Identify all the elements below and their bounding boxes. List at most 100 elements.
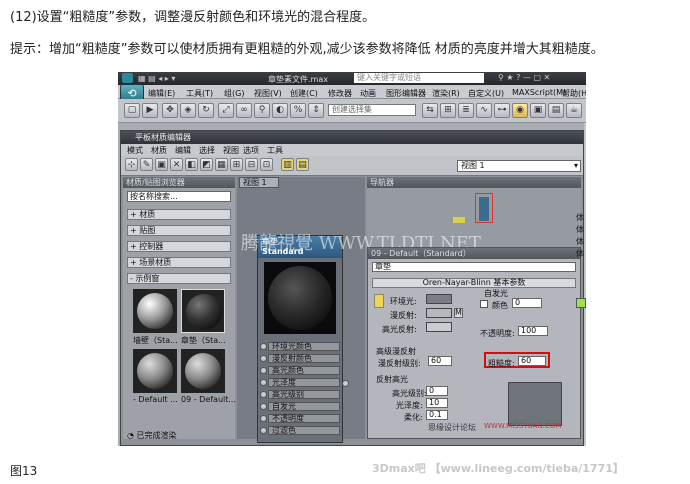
- select-mode-icon[interactable]: ▥: [281, 158, 294, 171]
- socket-icon[interactable]: [260, 355, 267, 362]
- search-input[interactable]: 键入关键字或短语: [354, 73, 484, 83]
- slot-glossiness[interactable]: 光泽度: [260, 378, 340, 387]
- output-socket-icon[interactable]: [342, 380, 349, 387]
- lock-icon[interactable]: [374, 294, 384, 308]
- slot-label: 自发光: [272, 402, 296, 411]
- color-checkbox[interactable]: [480, 300, 488, 308]
- socket-icon[interactable]: [260, 403, 267, 410]
- slot-ambient[interactable]: 环境光颜色: [260, 342, 340, 351]
- sample-slot-3[interactable]: [133, 349, 177, 393]
- object-color-swatch[interactable]: [576, 298, 586, 308]
- menu-views[interactable]: 视图(V): [254, 88, 282, 99]
- browser-section-materials[interactable]: + 材质: [127, 209, 231, 220]
- socket-icon[interactable]: [260, 379, 267, 386]
- slot-specular[interactable]: 高光颜色: [260, 366, 340, 375]
- menu-tools[interactable]: 工具(T): [186, 88, 213, 99]
- spec-level-value[interactable]: 0: [426, 386, 448, 396]
- slot-self-illum[interactable]: 自发光: [260, 402, 340, 411]
- menu-edit[interactable]: 编辑(E): [148, 88, 175, 99]
- align-icon[interactable]: ⊞: [440, 103, 456, 118]
- sme-menu-material[interactable]: 材质: [151, 145, 167, 156]
- menu-create[interactable]: 创建(C): [290, 88, 318, 99]
- layout-children-icon[interactable]: ⊡: [260, 158, 273, 171]
- menu-modifiers[interactable]: 修改器: [328, 88, 352, 99]
- browser-section-scene-materials[interactable]: + 场景材质: [127, 257, 231, 268]
- reset-icon[interactable]: ✕: [170, 158, 183, 171]
- render-setup-icon[interactable]: ▣: [530, 103, 546, 118]
- menu-animation[interactable]: 动画: [360, 88, 376, 99]
- spinner-snap-icon[interactable]: ⇕: [308, 103, 324, 118]
- slot-opacity[interactable]: 不透明度: [260, 414, 340, 423]
- sample-slot-1[interactable]: [133, 289, 177, 333]
- sample-slot-2[interactable]: [181, 289, 225, 333]
- browser-section-sample-slots[interactable]: - 示例窗: [127, 273, 231, 284]
- soften-value[interactable]: 0.1: [426, 410, 448, 420]
- move-icon[interactable]: ✥: [162, 103, 178, 118]
- sme-menu-utilities[interactable]: 工具: [267, 145, 283, 156]
- menu-maxscript[interactable]: MAXScript(M): [512, 88, 566, 97]
- roughness-value[interactable]: 60: [518, 356, 546, 366]
- material-name-field[interactable]: 章垫: [372, 262, 576, 272]
- slot-spec-level[interactable]: 高光级别: [260, 390, 340, 399]
- sample-slot-4[interactable]: [181, 349, 225, 393]
- scale-icon[interactable]: ⤢: [218, 103, 234, 118]
- select-icon[interactable]: ▶: [142, 103, 158, 118]
- view-tab[interactable]: 视图 1: [239, 177, 279, 188]
- mirror-icon[interactable]: ⇆: [422, 103, 438, 118]
- curve-editor-icon[interactable]: ∿: [476, 103, 492, 118]
- sme-menu-options[interactable]: 选项: [243, 145, 259, 156]
- show-map-icon[interactable]: ◩: [200, 158, 213, 171]
- percent-snap-icon[interactable]: %: [290, 103, 306, 118]
- schematic-icon[interactable]: ⊶: [494, 103, 510, 118]
- menu-graph-editors[interactable]: 图形编辑器: [386, 88, 426, 99]
- socket-icon[interactable]: [260, 367, 267, 374]
- diffuse-swatch[interactable]: [426, 308, 452, 318]
- view-dropdown[interactable]: 视图 1 ▾: [457, 160, 581, 172]
- opacity-value[interactable]: 100: [518, 326, 548, 336]
- layout-icon[interactable]: ⊞: [230, 158, 243, 171]
- select-region-icon[interactable]: ◈: [180, 103, 196, 118]
- self-illum-value[interactable]: 0: [512, 298, 542, 308]
- quick-access-icons[interactable]: ▦ ▤ ◂ ▸ ▾: [138, 74, 175, 83]
- socket-icon[interactable]: [260, 391, 267, 398]
- show-bg-icon[interactable]: ▦: [215, 158, 228, 171]
- socket-icon[interactable]: [260, 415, 267, 422]
- browser-section-controllers[interactable]: + 控制器: [127, 241, 231, 252]
- angle-snap-icon[interactable]: ◐: [272, 103, 288, 118]
- rotate-icon[interactable]: ↻: [198, 103, 214, 118]
- rollout-header[interactable]: Oren-Nayar-Blinn 基本参数: [372, 278, 576, 288]
- arrange-icon[interactable]: ⊟: [245, 158, 258, 171]
- layer-icon[interactable]: ≣: [458, 103, 474, 118]
- titlebar-buttons[interactable]: ⚲ ★ ? — ▢ ✕: [498, 73, 550, 82]
- browser-section-maps[interactable]: + 贴图: [127, 225, 231, 236]
- assign-icon[interactable]: ▣: [155, 158, 168, 171]
- undo-icon[interactable]: ▢: [124, 103, 140, 118]
- pick-icon[interactable]: ⊹: [125, 158, 138, 171]
- gloss-value[interactable]: 10: [426, 398, 448, 408]
- selection-set-dropdown[interactable]: 创建选择集: [328, 104, 416, 116]
- menu-rendering[interactable]: 渲染(R): [432, 88, 460, 99]
- diffuse-map-button[interactable]: M: [454, 308, 463, 318]
- sme-menu-select[interactable]: 选择: [199, 145, 215, 156]
- menu-help[interactable]: 帮助(H): [562, 88, 586, 99]
- diffuse-level-value[interactable]: 60: [428, 356, 452, 366]
- menu-customize[interactable]: 自定义(U): [468, 88, 504, 99]
- render-frame-icon[interactable]: ▤: [548, 103, 564, 118]
- menu-group[interactable]: 组(G): [224, 88, 244, 99]
- sme-menu-modes[interactable]: 模式: [127, 145, 143, 156]
- params-mode-icon[interactable]: ▤: [296, 158, 309, 171]
- sme-menu-edit[interactable]: 编辑: [175, 145, 191, 156]
- socket-icon[interactable]: [260, 343, 267, 350]
- material-node[interactable]: 章垫 Standard 环境光颜色 漫反射颜色 高光颜色 光泽度 高光级别 自发…: [257, 235, 349, 443]
- link-icon[interactable]: ∞: [236, 103, 252, 118]
- slot-diffuse[interactable]: 漫反射颜色: [260, 354, 340, 363]
- ambient-swatch[interactable]: [426, 294, 452, 304]
- sme-menu-view[interactable]: 视图: [223, 145, 239, 156]
- copy-icon[interactable]: ◧: [185, 158, 198, 171]
- specular-swatch[interactable]: [426, 322, 452, 332]
- material-editor-icon[interactable]: ◉: [512, 103, 528, 118]
- snap-icon[interactable]: ⚲: [254, 103, 270, 118]
- render-icon[interactable]: ☕: [566, 103, 582, 118]
- browser-search-input[interactable]: 按名称搜索...: [127, 191, 231, 202]
- eyedropper-icon[interactable]: ✎: [140, 158, 153, 171]
